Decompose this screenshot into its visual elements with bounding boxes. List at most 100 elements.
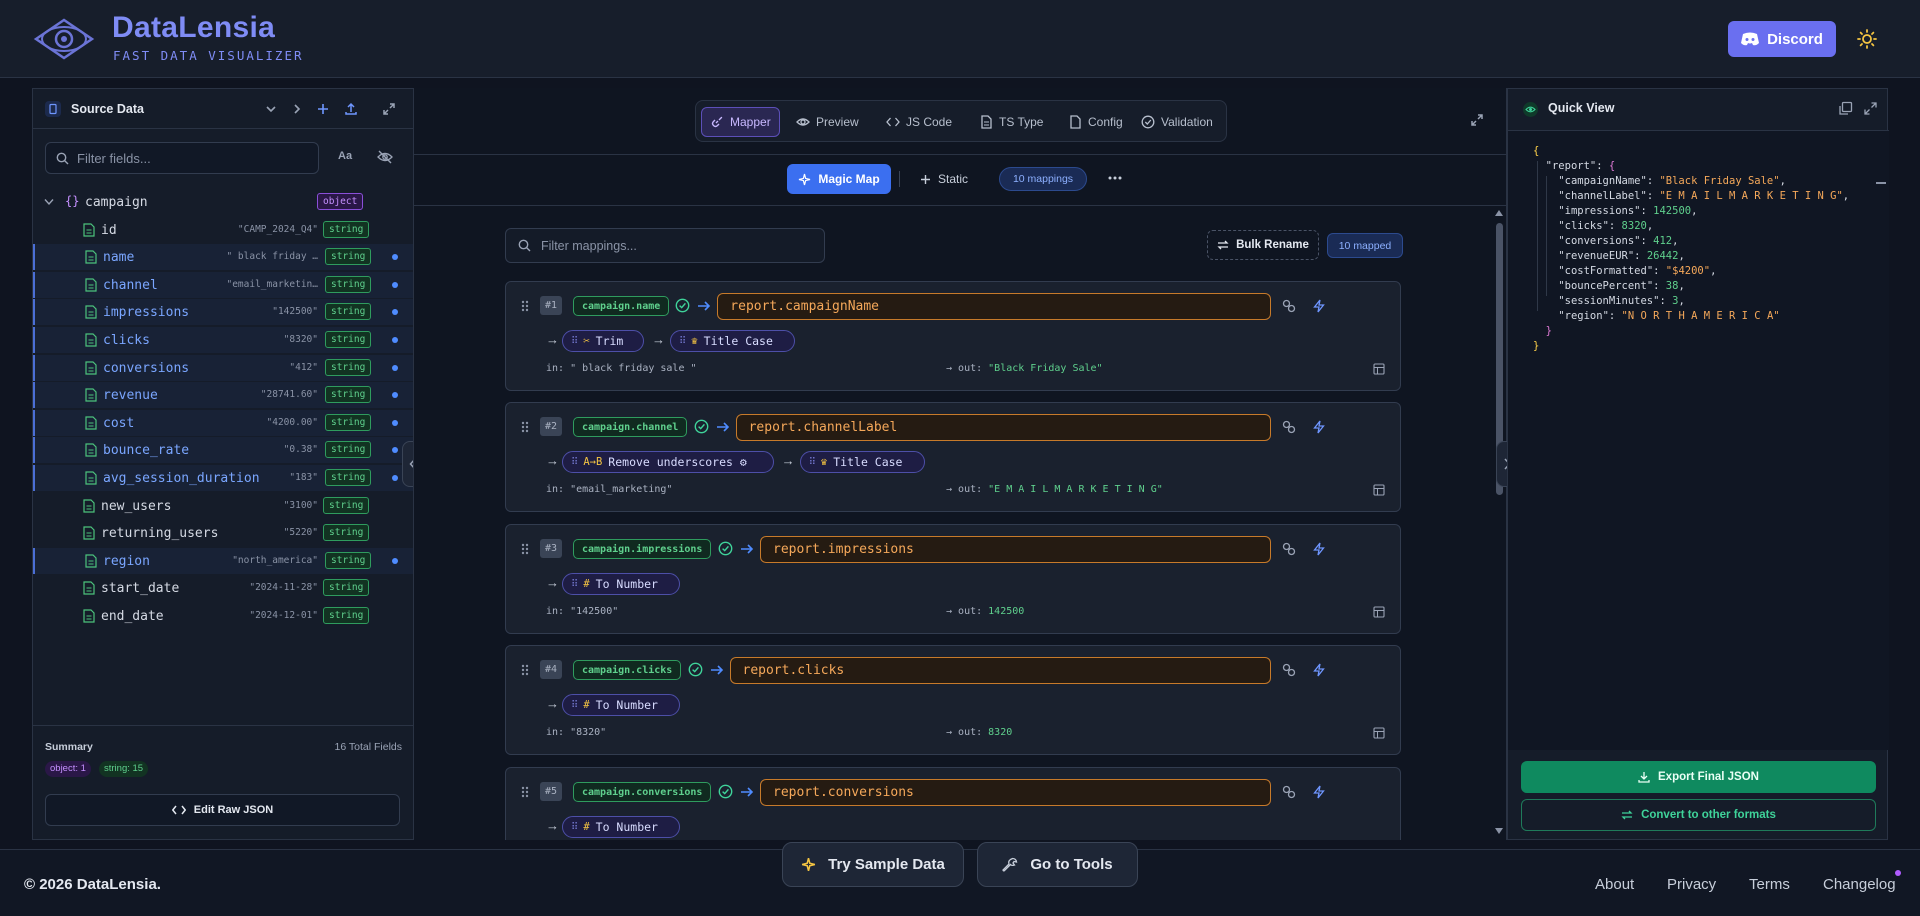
link-icon[interactable] bbox=[1282, 785, 1296, 799]
lightning-icon[interactable] bbox=[1312, 420, 1326, 434]
tab-preview[interactable]: Preview bbox=[788, 107, 867, 137]
tree-field-row[interactable]: new_users "3100" string bbox=[33, 493, 413, 519]
source-path[interactable]: campaign.conversions bbox=[573, 782, 712, 802]
table-icon[interactable] bbox=[1373, 363, 1385, 375]
tree-field-row[interactable]: conversions "412" string bbox=[33, 354, 413, 381]
plus-icon[interactable] bbox=[315, 101, 331, 117]
tree-field-row[interactable]: region "north_america" string bbox=[33, 547, 413, 574]
try-sample-button[interactable]: Try Sample Data bbox=[782, 842, 964, 887]
convert-formats-button[interactable]: Convert to other formats bbox=[1521, 799, 1876, 831]
field-value: "0.38" bbox=[283, 444, 318, 456]
tab-ts-type[interactable]: TS Type bbox=[971, 107, 1051, 137]
drag-handle-icon[interactable] bbox=[521, 543, 529, 555]
discord-button[interactable]: Discord bbox=[1728, 21, 1836, 57]
transform-pill[interactable]: ⠿ ✂ Trim bbox=[562, 330, 644, 352]
tree-field-row[interactable]: cost "4200.00" string bbox=[33, 409, 413, 436]
type-badge: string bbox=[323, 579, 370, 597]
footer-link-privacy[interactable]: Privacy bbox=[1667, 876, 1716, 893]
static-button[interactable]: Static bbox=[920, 164, 968, 194]
transform-pill[interactable]: ⠿ ♛ Title Case bbox=[670, 330, 796, 352]
tree-field-row[interactable]: clicks "8320" string bbox=[33, 327, 413, 353]
table-icon[interactable] bbox=[1373, 484, 1385, 496]
drag-handle-icon[interactable] bbox=[521, 664, 529, 676]
field-value: " black friday … bbox=[226, 251, 318, 263]
transform-pill[interactable]: ⠿ A→B Remove underscores ⚙ bbox=[562, 451, 774, 473]
go-to-tools-button[interactable]: Go to Tools bbox=[977, 842, 1138, 887]
transform-pill[interactable]: ⠿ # To Number bbox=[562, 694, 680, 716]
footer-link-about[interactable]: About bbox=[1595, 876, 1634, 893]
tree-field-row[interactable]: impressions "142500" string bbox=[33, 299, 413, 326]
mapping-filter-input[interactable] bbox=[541, 238, 781, 253]
source-path[interactable]: campaign.impressions bbox=[573, 539, 712, 559]
tree-field-row[interactable]: returning_users "5220" string bbox=[33, 520, 413, 546]
link-icon[interactable] bbox=[1282, 542, 1296, 556]
maximize-icon[interactable] bbox=[1469, 112, 1485, 128]
footer-link-changelog[interactable]: Changelog bbox=[1823, 876, 1896, 893]
target-path-field[interactable]: report.conversions bbox=[760, 779, 1271, 806]
tree-field-row[interactable]: start_date "2024-11-28" string bbox=[33, 575, 413, 601]
edit-raw-json-button[interactable]: Edit Raw JSON bbox=[45, 794, 400, 826]
tab-config[interactable]: Config bbox=[1060, 107, 1131, 137]
source-path[interactable]: campaign.clicks bbox=[573, 660, 682, 680]
magic-map-button[interactable]: Magic Map bbox=[787, 164, 891, 194]
output-preview: → out: 142500 bbox=[946, 606, 1025, 617]
tree-field-row[interactable]: avg_session_duration "183" string bbox=[33, 465, 413, 491]
tree-field-row[interactable]: name " black friday … string bbox=[33, 244, 413, 271]
link-icon[interactable] bbox=[1282, 420, 1296, 434]
transform-pill[interactable]: ⠿ ♛ Title Case bbox=[799, 451, 925, 473]
drag-handle-icon[interactable] bbox=[521, 786, 529, 798]
mapping-card[interactable]: #5 campaign.conversions report.conversions… bbox=[505, 767, 1401, 840]
target-path-field[interactable]: report.channelLabel bbox=[735, 414, 1271, 441]
table-icon[interactable] bbox=[1373, 606, 1385, 618]
mapping-number: #5 bbox=[540, 782, 562, 801]
transform-pill[interactable]: ⠿ # To Number bbox=[562, 816, 680, 838]
sun-icon[interactable] bbox=[1857, 29, 1877, 49]
match-case-toggle[interactable]: Aa bbox=[338, 150, 352, 162]
chevron-down-icon[interactable] bbox=[263, 101, 279, 117]
tab-js-code[interactable]: JS Code bbox=[878, 107, 960, 137]
target-path-field[interactable]: report.impressions bbox=[760, 536, 1271, 563]
lightning-icon[interactable] bbox=[1312, 785, 1326, 799]
target-path-field[interactable]: report.clicks bbox=[729, 657, 1271, 684]
tree-root-row[interactable]: {} campaign object bbox=[33, 189, 413, 215]
output-value: "E M A I L M A R K E T I N G" bbox=[988, 484, 1163, 495]
lightning-icon[interactable] bbox=[1312, 299, 1326, 313]
upload-icon[interactable] bbox=[343, 101, 359, 117]
tree-field-row[interactable]: bounce_rate "0.38" string bbox=[33, 437, 413, 464]
table-icon[interactable] bbox=[1373, 727, 1385, 739]
mapping-card[interactable]: #3 campaign.impressions report.impressions… bbox=[505, 524, 1401, 634]
more-icon[interactable] bbox=[1108, 176, 1122, 180]
chevron-down-icon[interactable] bbox=[44, 198, 54, 206]
tree-field-row[interactable]: id "CAMP_2024_Q4" string bbox=[33, 217, 413, 243]
copy-icon[interactable] bbox=[1838, 101, 1853, 116]
tree-field-row[interactable]: end_date "2024-12-01" string bbox=[33, 603, 413, 629]
source-path[interactable]: campaign.name bbox=[573, 296, 670, 316]
footer-link-terms[interactable]: Terms bbox=[1749, 876, 1790, 893]
link-icon[interactable] bbox=[1282, 299, 1296, 313]
go-to-tools-label: Go to Tools bbox=[1030, 856, 1113, 873]
lightning-icon[interactable] bbox=[1312, 542, 1326, 556]
mapping-card[interactable]: #4 campaign.clicks report.clicks → ⠿ # To Numb… bbox=[505, 645, 1401, 755]
source-path[interactable]: campaign.channel bbox=[573, 417, 688, 437]
eye-off-icon[interactable] bbox=[377, 149, 393, 165]
link-icon[interactable] bbox=[1282, 663, 1296, 677]
tab-validation[interactable]: Validation bbox=[1133, 107, 1221, 137]
drag-handle-icon[interactable] bbox=[521, 300, 529, 312]
field-search-input[interactable] bbox=[77, 150, 277, 166]
expand-icon[interactable] bbox=[1863, 101, 1878, 116]
expand-icon[interactable] bbox=[381, 101, 397, 117]
field-search[interactable] bbox=[45, 142, 319, 174]
mapping-card[interactable]: #1 campaign.name report.campaignName → ⠿ ✂ Tri… bbox=[505, 281, 1401, 391]
tab-mapper[interactable]: Mapper bbox=[701, 107, 780, 137]
bulk-rename-button[interactable]: Bulk Rename bbox=[1207, 230, 1319, 260]
export-json-button[interactable]: Export Final JSON bbox=[1521, 761, 1876, 793]
transform-pill[interactable]: ⠿ # To Number bbox=[562, 573, 680, 595]
drag-handle-icon[interactable] bbox=[521, 421, 529, 433]
chevron-right-icon[interactable] bbox=[289, 101, 305, 117]
tree-field-row[interactable]: revenue "28741.60" string bbox=[33, 382, 413, 409]
lightning-icon[interactable] bbox=[1312, 663, 1326, 677]
tree-field-row[interactable]: channel "email_marketin… string bbox=[33, 271, 413, 298]
mapping-filter[interactable] bbox=[505, 228, 825, 263]
target-path-field[interactable]: report.campaignName bbox=[717, 293, 1271, 320]
mapping-card[interactable]: #2 campaign.channel report.channelLabel → ⠿ A… bbox=[505, 402, 1401, 512]
